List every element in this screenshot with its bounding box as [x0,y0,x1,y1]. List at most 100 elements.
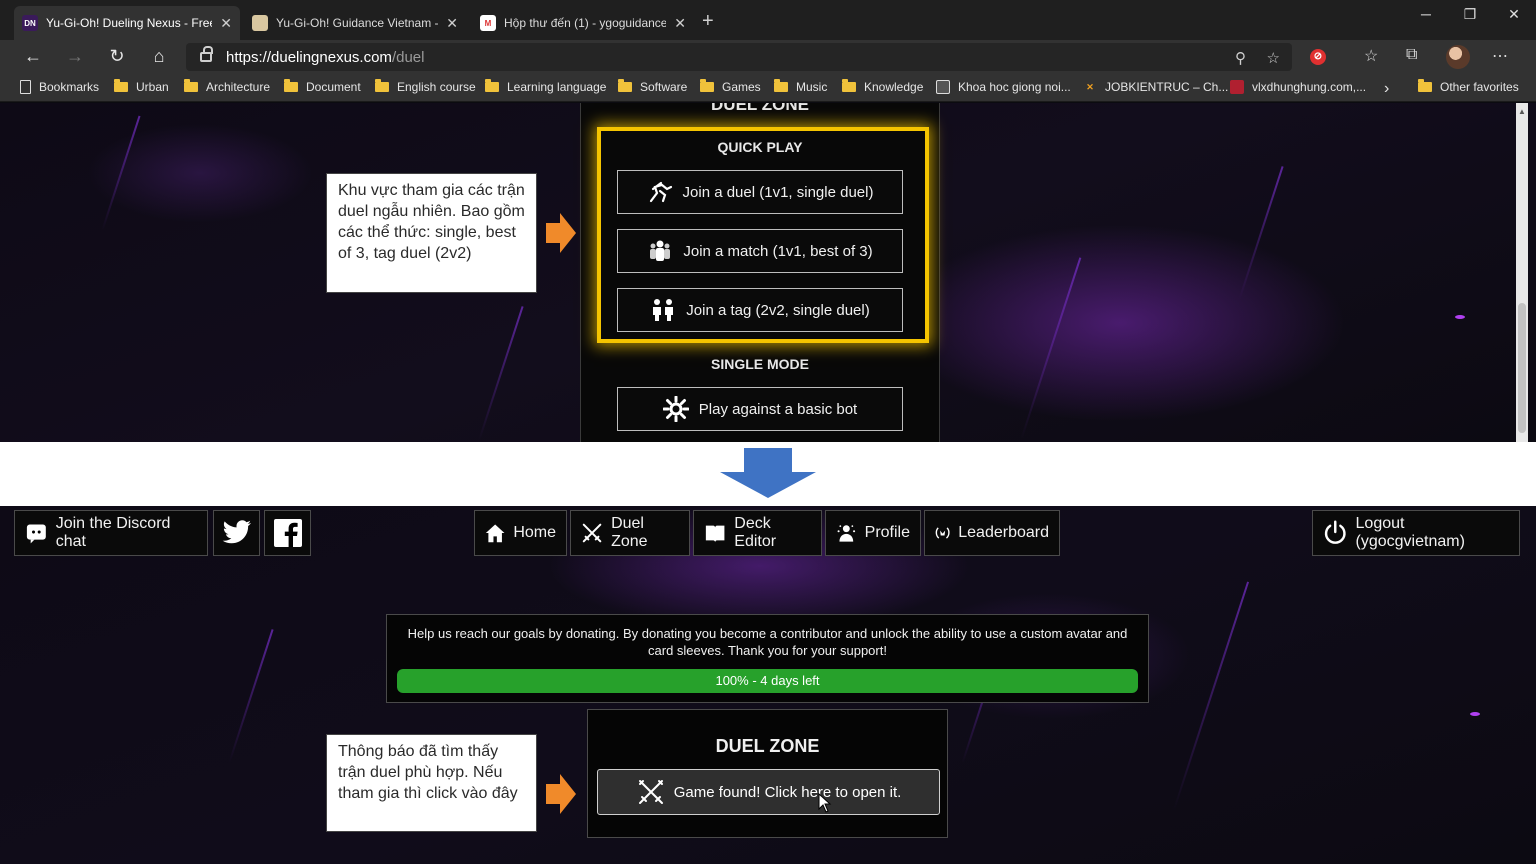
join-tag-button[interactable]: Join a tag (2v2, single duel) [617,288,903,332]
join-duel-label: Join a duel (1v1, single duel) [682,183,874,201]
runner-icon [649,181,672,203]
annotation-note-quick-play: Khu vực tham gia các trận duel ngẫu nhiê… [326,173,537,293]
folder-icon [485,79,499,92]
twitter-button[interactable] [213,510,260,556]
tab-bar: DN Yu-Gi-Oh! Dueling Nexus - Free ✕ Yu-G… [0,0,1536,40]
tab-gmail[interactable]: M Hộp thư đến (1) - ygoguidance@ ✕ [472,6,694,40]
close-tab-icon[interactable]: ✕ [446,15,458,32]
folder-icon [114,79,128,92]
collections-icon[interactable]: ⧉ [1406,46,1417,64]
game-found-label: Game found! Click here to open it. [673,783,902,801]
page-icon [20,80,31,94]
bookmark-label: English course [397,80,476,94]
reload-icon[interactable]: ↻ [104,46,130,67]
dueling-nexus-favicon-icon: DN [22,15,38,31]
address-bar[interactable]: https://duelingnexus.com/duel ⚲ ☆ [186,43,1292,71]
bookmark-label: vlxdhunghung.com,... [1252,80,1367,94]
nav-home-label: Home [513,524,556,541]
tab-title: Yu-Gi-Oh! Dueling Nexus - Free [46,16,213,30]
bookmark-item[interactable]: ✕ JOBKIENTRUC – Ch... [1083,80,1228,94]
bookmark-item[interactable]: Bookmarks [20,80,99,94]
book-icon [705,525,725,543]
facebook-button[interactable] [264,510,311,556]
page-viewport-bottom: Join the Discord chat Home Duel Zone Dec… [0,506,1536,864]
donation-progress-bar: 100% - 4 days left [397,669,1138,693]
back-icon[interactable]: ← [20,46,46,67]
bookmark-folder[interactable]: Music [774,79,827,94]
nav-duel-zone[interactable]: Duel Zone [570,510,690,556]
donation-text: Help us reach our goals by donating. By … [407,626,1128,658]
bookmarks-bar: Bookmarks Urban Architecture Document En… [0,74,1536,102]
background-streak [1172,581,1250,811]
background-streak [101,115,141,231]
bookmark-label: Document [306,80,361,94]
annotation-note-game-found: Thông báo đã tìm thấy trận duel phù hợp.… [326,734,537,832]
bookmark-item[interactable]: vlxdhunghung.com,... [1230,80,1366,94]
blue-down-arrow-icon [720,448,816,498]
group-icon [650,240,671,261]
donation-panel: Help us reach our goals by donating. By … [386,614,1149,703]
close-window-icon[interactable]: ✕ [1494,6,1534,23]
bookmark-label: Khoa hoc giong noi... [958,80,1071,94]
nav-profile-label: Profile [864,524,910,541]
profile-avatar[interactable] [1446,45,1470,69]
join-match-button[interactable]: Join a match (1v1, best of 3) [617,229,903,273]
adblock-icon[interactable]: ⊘ [1310,49,1326,65]
more-icon[interactable]: ⋯ [1492,46,1508,66]
discord-button[interactable]: Join the Discord chat [14,510,208,556]
key-icon[interactable]: ⚲ [1235,49,1246,67]
bookmark-folder[interactable]: Software [618,79,688,94]
join-duel-button[interactable]: Join a duel (1v1, single duel) [617,170,903,214]
favorites-list-icon[interactable]: ☆ [1364,46,1378,66]
swords-icon [582,523,602,543]
bookmark-folder[interactable]: Learning language [485,79,606,94]
folder-icon [184,79,198,92]
folder-icon [842,79,856,92]
new-tab-icon[interactable]: + [702,10,714,33]
bookmark-label: Software [640,80,688,94]
tab-title: Hộp thư đến (1) - ygoguidance@ [504,16,667,30]
scrollbar-thumb[interactable] [1518,303,1526,433]
bookmark-item[interactable]: Khoa hoc giong noi... [936,80,1071,94]
close-tab-icon[interactable]: ✕ [674,15,686,32]
play-bot-button[interactable]: Play against a basic bot [617,387,903,431]
bookmark-folder[interactable]: Architecture [184,79,270,94]
bookmark-folder[interactable]: Games [700,79,761,94]
bookmark-label: Knowledge [864,80,924,94]
profile-icon [837,525,856,542]
nav-profile[interactable]: Profile [825,510,921,556]
bookmark-favicon-icon: ✕ [1086,82,1094,92]
join-match-label: Join a match (1v1, best of 3) [683,242,873,260]
minimize-icon[interactable]: ─ [1406,6,1446,22]
single-mode-title: SINGLE MODE [710,356,809,372]
bookmark-folder[interactable]: Knowledge [842,79,924,94]
folder-icon [375,79,389,92]
bookmark-folder[interactable]: Document [284,79,361,94]
bookmark-folder[interactable]: Urban [114,79,169,94]
tab-dueling-nexus[interactable]: DN Yu-Gi-Oh! Dueling Nexus - Free ✕ [14,6,240,40]
home-icon [485,524,505,543]
tab-guidance-vietnam[interactable]: Yu-Gi-Oh! Guidance Vietnam - H ✕ [244,6,466,40]
bookmark-folder[interactable]: English course [375,79,476,94]
close-tab-icon[interactable]: ✕ [220,15,232,32]
page-viewport-top: Khu vực tham gia các trận duel ngẫu nhiê… [0,103,1536,442]
scroll-up-icon[interactable]: ▲ [1518,107,1526,116]
duel-zone-title: DUEL ZONE [715,736,820,756]
bookmark-folder[interactable]: Other favorites [1418,79,1519,94]
chevron-right-icon[interactable]: › [1384,80,1389,98]
favorite-star-icon[interactable]: ☆ [1267,49,1280,67]
play-bot-label: Play against a basic bot [698,400,858,418]
quick-play-title: QUICK PLAY [717,139,803,155]
forward-icon[interactable]: → [62,46,88,67]
restore-icon[interactable]: ❐ [1450,6,1490,23]
gear-icon [662,396,689,422]
logout-button[interactable]: Logout (ygocgvietnam) [1312,510,1520,556]
nav-deck-editor[interactable]: Deck Editor [693,510,822,556]
home-browser-icon[interactable]: ⌂ [146,46,172,67]
nav-leaderboard[interactable]: Leaderboard [924,510,1060,556]
nav-home[interactable]: Home [474,510,567,556]
game-found-button[interactable]: Game found! Click here to open it. [597,769,940,815]
discord-icon [26,524,46,544]
orange-arrow-icon [546,774,576,814]
vertical-scrollbar[interactable]: ▲ [1516,103,1528,442]
